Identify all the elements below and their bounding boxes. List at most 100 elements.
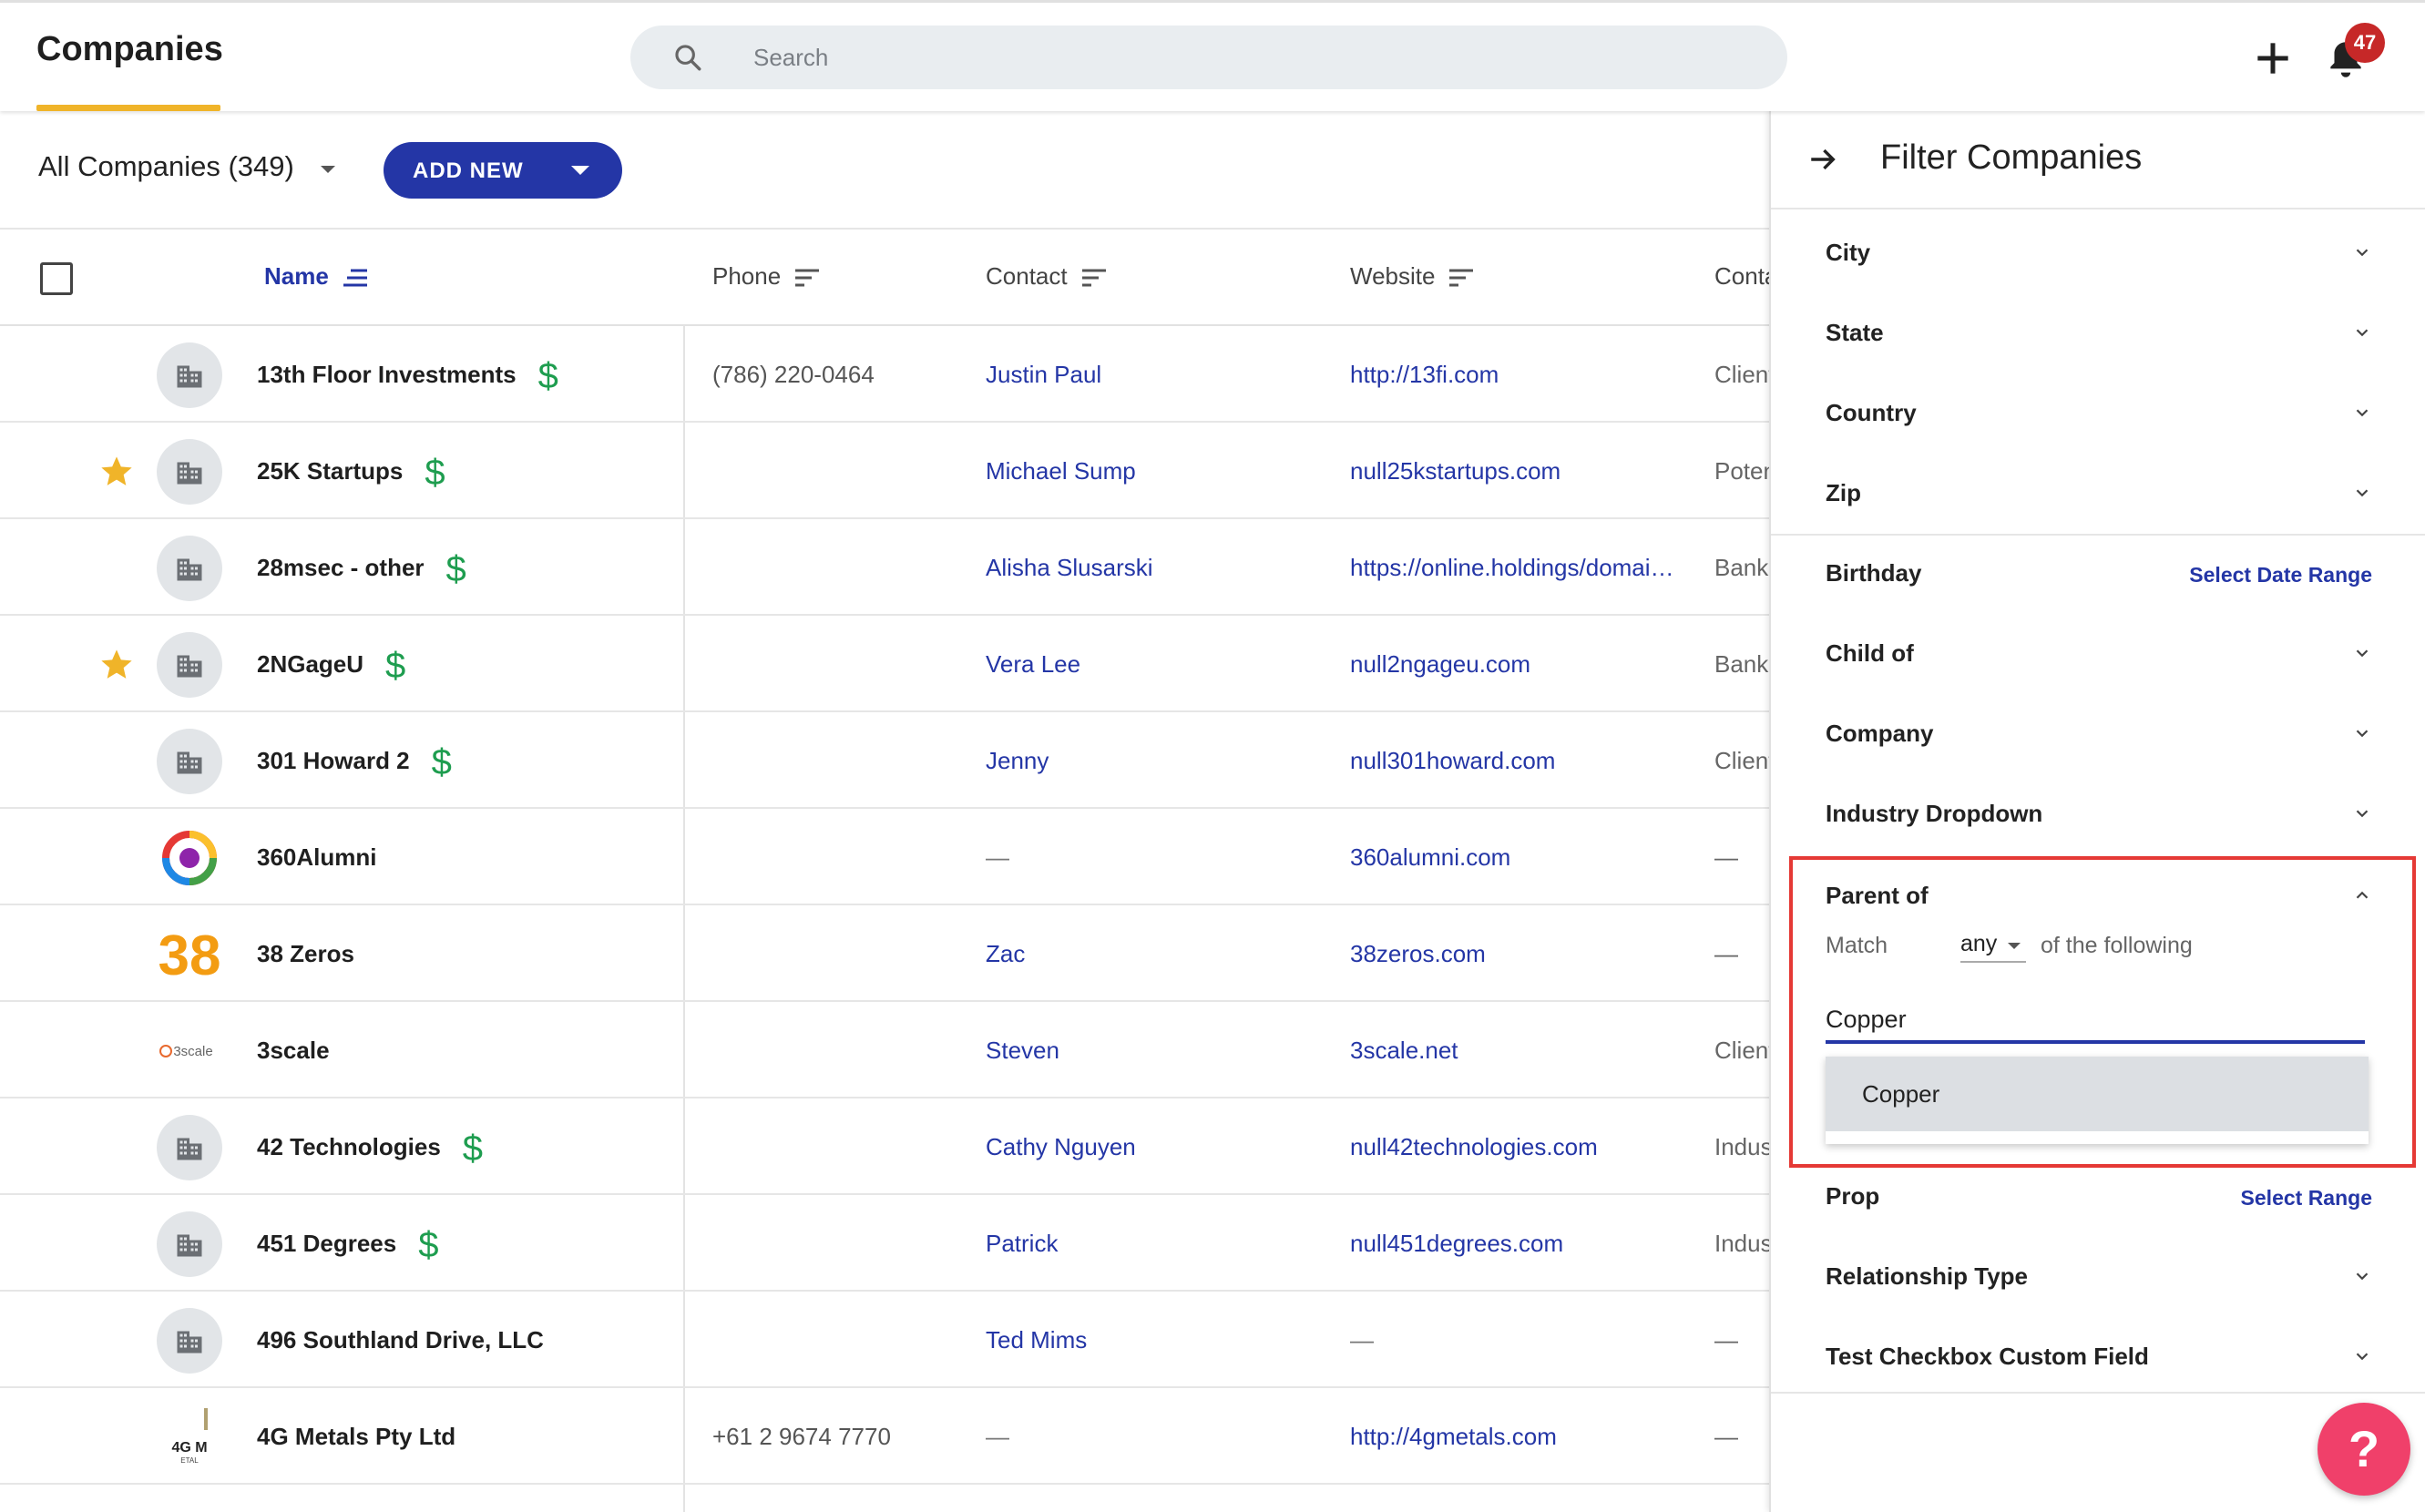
filter-zip[interactable]: Zip: [1826, 474, 2372, 510]
company-name[interactable]: 13th Floor Investments $: [257, 358, 558, 394]
contact-cell[interactable]: Justin Paul: [986, 361, 1101, 389]
table-row[interactable]: 301 Howard 2 $ Jenny null301howard.com Clien…: [0, 712, 1769, 809]
website-cell[interactable]: 38zeros.com: [1350, 940, 1687, 968]
contact-cell[interactable]: Michael Sump: [986, 457, 1136, 485]
company-name[interactable]: 4G Metals Pty Ltd: [257, 1423, 455, 1451]
suggestion-option[interactable]: Copper: [1826, 1057, 2369, 1131]
chevron-up-icon[interactable]: [2352, 885, 2372, 905]
star-icon[interactable]: [98, 647, 135, 683]
contact-cell[interactable]: Jenny: [986, 747, 1049, 775]
company-name[interactable]: 301 Howard 2 $: [257, 744, 452, 781]
column-header-phone[interactable]: Phone: [712, 262, 821, 291]
chevron-down-icon[interactable]: [2352, 643, 2372, 663]
filter-test-checkbox-custom-field[interactable]: Test Checkbox Custom Field: [1826, 1337, 2372, 1374]
company-name[interactable]: 451 Degrees $: [257, 1227, 438, 1263]
company-avatar: [157, 342, 222, 408]
arrow-right-icon[interactable]: [1807, 144, 1838, 175]
view-dropdown-caret-icon[interactable]: [321, 166, 335, 173]
contact-cell[interactable]: Zac: [986, 940, 1025, 968]
filter-relationship-type[interactable]: Relationship Type: [1826, 1257, 2372, 1293]
company-name[interactable]: 25K Startups $: [257, 455, 445, 491]
table-row[interactable]: 38 38 Zeros Zac 38zeros.com —: [0, 905, 1769, 1002]
contact-cell[interactable]: Ted Mims: [986, 1326, 1087, 1354]
company-logo-360alumni: [162, 831, 217, 885]
table-row[interactable]: 28msec - other $ Alisha Slusarski https://o…: [0, 519, 1769, 616]
table-row[interactable]: 451 Degrees $ Patrick null451degrees.com Ind…: [0, 1195, 1769, 1292]
chevron-down-icon[interactable]: [2352, 1266, 2372, 1286]
chevron-down-icon[interactable]: [2352, 403, 2372, 423]
contact-cell[interactable]: Alisha Slusarski: [986, 554, 1153, 582]
company-name[interactable]: 2NGageU $: [257, 648, 405, 684]
sort-icon[interactable]: [793, 267, 821, 289]
sort-ascending-icon[interactable]: [342, 267, 369, 289]
chevron-down-icon[interactable]: [2352, 803, 2372, 823]
column-header-name[interactable]: Name: [264, 262, 369, 291]
website-cell[interactable]: http://13fi.com: [1350, 361, 1687, 389]
website-cell[interactable]: 3scale.net: [1350, 1037, 1687, 1065]
chevron-down-icon[interactable]: [2352, 322, 2372, 342]
website-cell[interactable]: null451degrees.com: [1350, 1230, 1687, 1258]
add-icon[interactable]: [2250, 36, 2296, 81]
filter-company[interactable]: Company: [1826, 714, 2372, 751]
star-icon[interactable]: [98, 454, 135, 490]
company-name[interactable]: 360Alumni: [257, 843, 377, 872]
view-selector[interactable]: All Companies (349): [38, 150, 294, 183]
website-cell[interactable]: http://4gmetals.com: [1350, 1423, 1687, 1451]
table-row[interactable]: 42 Technologies $ Cathy Nguyen null42techno…: [0, 1098, 1769, 1195]
table-row[interactable]: 2NGageU $ Vera Lee null2ngageu.com Bank: [0, 616, 1769, 712]
website-cell[interactable]: https://online.holdings/domai…: [1350, 554, 1687, 582]
filter-prop[interactable]: Prop Select Range: [1826, 1177, 2372, 1213]
company-logo-4g-metals: 4G METAL: [171, 1408, 208, 1465]
search-bar[interactable]: [630, 26, 1787, 89]
contact-cell[interactable]: Vera Lee: [986, 650, 1080, 679]
filter-city[interactable]: City: [1826, 233, 2372, 270]
favorite-star[interactable]: [98, 454, 135, 490]
website-cell[interactable]: null301howard.com: [1350, 747, 1687, 775]
select-range-link[interactable]: Select Date Range: [2189, 563, 2372, 587]
filter-state[interactable]: State: [1826, 313, 2372, 350]
table-row[interactable]: 13th Floor Investments $ (786) 220-0464 Jus…: [0, 326, 1769, 423]
chevron-down-icon[interactable]: [2352, 242, 2372, 262]
company-name[interactable]: 28msec - other $: [257, 551, 466, 587]
website-cell[interactable]: null42technologies.com: [1350, 1133, 1687, 1161]
table-row[interactable]: 360Alumni — 360alumni.com —: [0, 809, 1769, 905]
table-row[interactable]: 496 Southland Drive, LLC Ted Mims — —: [0, 1292, 1769, 1388]
contact-cell[interactable]: Cathy Nguyen: [986, 1133, 1136, 1161]
contact-cell[interactable]: Patrick: [986, 1230, 1058, 1258]
sort-icon[interactable]: [1448, 267, 1475, 289]
filter-child-of[interactable]: Child of: [1826, 634, 2372, 670]
table-row[interactable]: 25K Startups $ Michael Sump null25kstartups…: [0, 423, 1769, 519]
company-name[interactable]: 42 Technologies $: [257, 1129, 484, 1170]
select-all-checkbox[interactable]: [40, 262, 73, 295]
contact-cell[interactable]: Steven: [986, 1037, 1059, 1065]
column-header-website[interactable]: Website: [1350, 262, 1475, 291]
table-row[interactable]: 3scale 3scale Steven 3scale.net Client: [0, 1002, 1769, 1098]
add-new-button[interactable]: ADD NEW: [384, 142, 622, 199]
filter-parent-of[interactable]: Parent of: [1826, 876, 2372, 913]
dollar-icon: $: [462, 1129, 484, 1170]
table-row[interactable]: 4G M ETAL 4G Metals Pty Ltd +61 2 9674 7770…: [0, 1388, 1769, 1485]
parent-of-input[interactable]: [1826, 995, 2365, 1044]
column-header-contact[interactable]: Contact: [986, 262, 1108, 291]
filter-country[interactable]: Country: [1826, 393, 2372, 430]
help-button[interactable]: ?: [2318, 1403, 2410, 1496]
website-cell[interactable]: 360alumni.com: [1350, 843, 1687, 872]
favorite-star[interactable]: [98, 647, 135, 683]
add-new-dropdown-icon[interactable]: [571, 166, 589, 175]
chevron-down-icon[interactable]: [2352, 483, 2372, 503]
chevron-down-icon[interactable]: [2352, 723, 2372, 743]
chevron-down-icon[interactable]: [2352, 1346, 2372, 1366]
match-mode-select[interactable]: any: [1960, 931, 2027, 963]
filter-birthday[interactable]: Birthday Select Date Range: [1826, 554, 2372, 590]
company-name-text: 3scale: [257, 1037, 330, 1064]
sort-icon[interactable]: [1080, 267, 1108, 289]
column-header-contact-type[interactable]: Conta: [1714, 262, 1769, 291]
select-range-link[interactable]: Select Range: [2241, 1186, 2372, 1211]
company-name[interactable]: 3scale: [257, 1037, 330, 1065]
website-cell[interactable]: null25kstartups.com: [1350, 457, 1687, 485]
company-name[interactable]: 496 Southland Drive, LLC: [257, 1326, 544, 1354]
filter-industry-dropdown[interactable]: Industry Dropdown: [1826, 794, 2372, 831]
website-cell[interactable]: null2ngageu.com: [1350, 650, 1687, 679]
company-name[interactable]: 38 Zeros: [257, 940, 354, 968]
search-input[interactable]: [753, 26, 1755, 89]
